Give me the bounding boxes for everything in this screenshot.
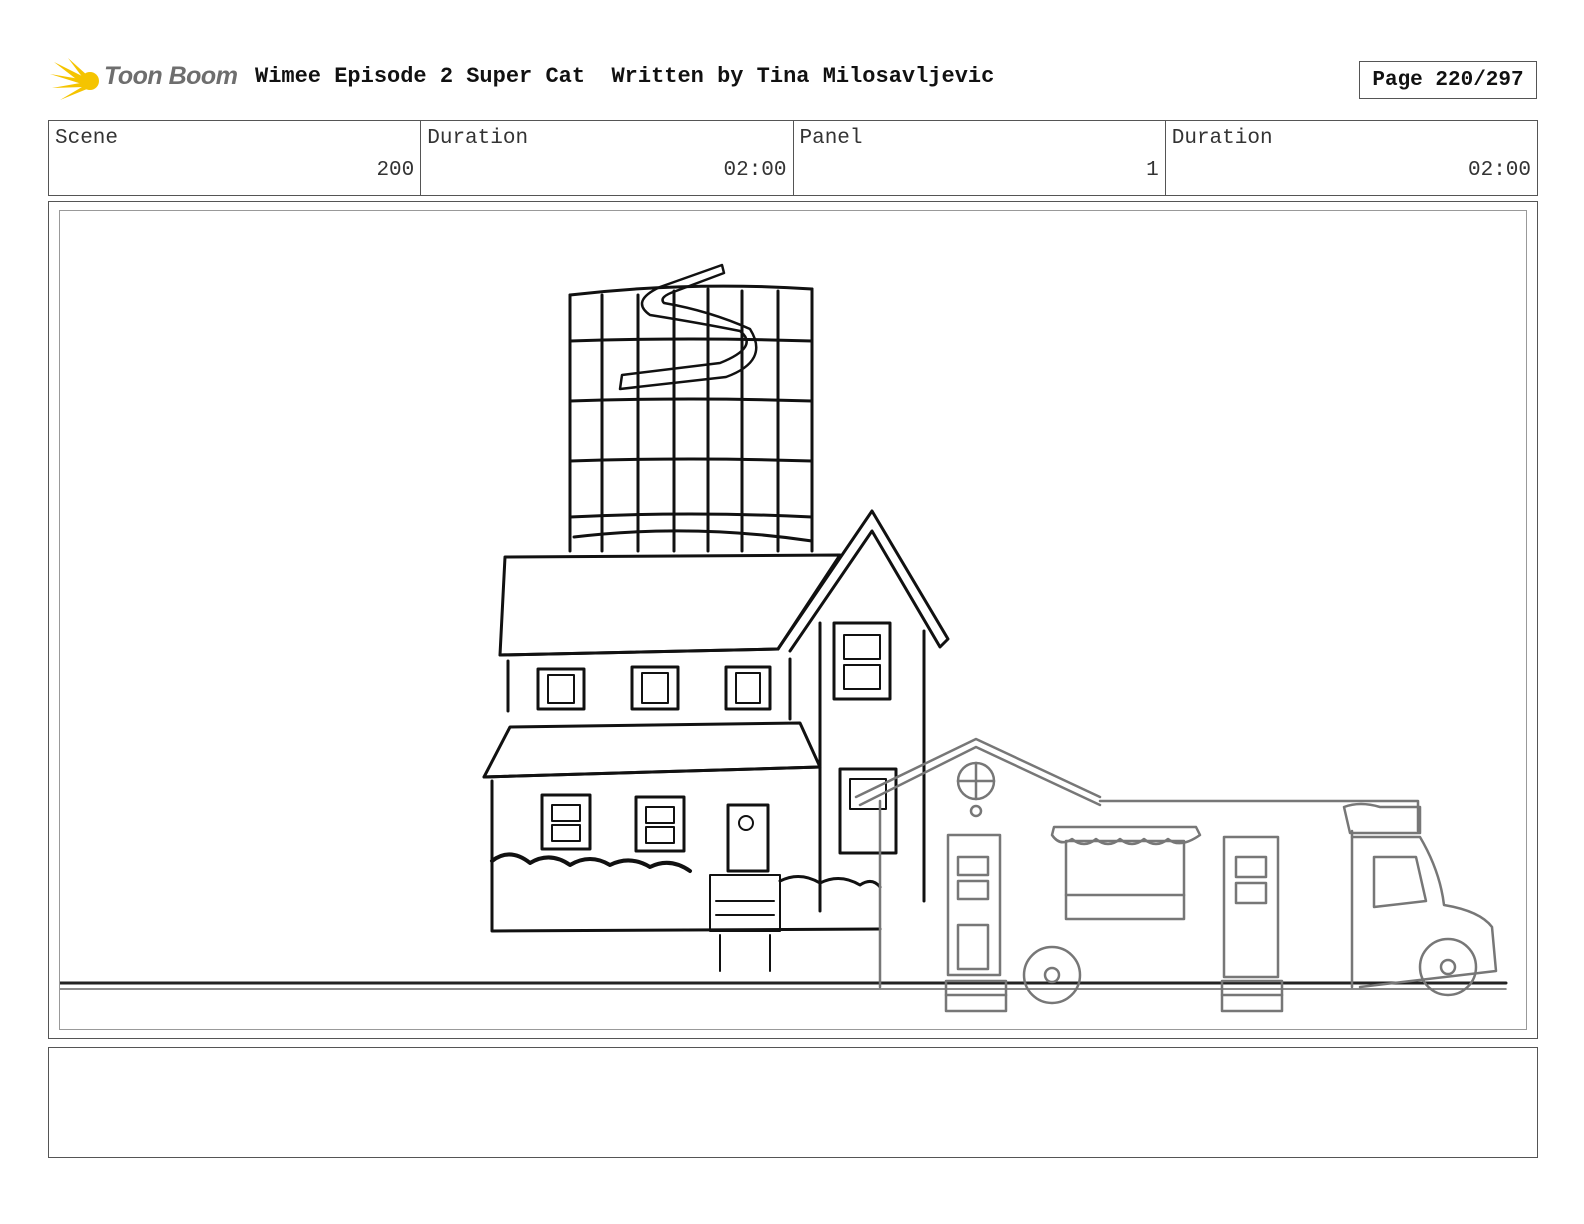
panel-sketch (60, 263, 1508, 1013)
ground-line (60, 981, 1508, 990)
panel-label: Panel (799, 127, 863, 150)
storyboard-panel (48, 201, 1538, 1039)
house-sketch (482, 509, 950, 972)
scene-cell: Scene 200 (49, 121, 422, 195)
scene-info-row: Scene 200 Duration 02:00 Panel 1 Duratio… (48, 120, 1538, 196)
panel-value: 1 (1146, 159, 1159, 182)
scene-duration-label: Duration (427, 127, 529, 150)
panel-duration-cell: Duration 02:00 (1166, 121, 1537, 195)
logo-text: Toon Boom (104, 62, 238, 90)
starburst-icon (50, 58, 99, 100)
tower-sketch (568, 263, 814, 553)
scene-label: Scene (55, 127, 119, 150)
toon-boom-logo: Toon Boom (50, 56, 240, 106)
page-number: Page 220/297 (1359, 61, 1537, 99)
panel-drawing-frame (59, 210, 1527, 1030)
storyboard-title: Wimee Episode 2 Super Cat Written by Tin… (255, 64, 995, 89)
food-truck-sketch (854, 737, 1498, 1013)
panel-duration-label: Duration (1171, 127, 1273, 150)
scene-duration-cell: Duration 02:00 (421, 121, 794, 195)
scene-duration-value: 02:00 (723, 159, 787, 182)
panel-notes-box (48, 1047, 1538, 1158)
panel-duration-value: 02:00 (1467, 159, 1531, 182)
scene-value: 200 (376, 159, 415, 182)
panel-cell: Panel 1 (794, 121, 1166, 195)
